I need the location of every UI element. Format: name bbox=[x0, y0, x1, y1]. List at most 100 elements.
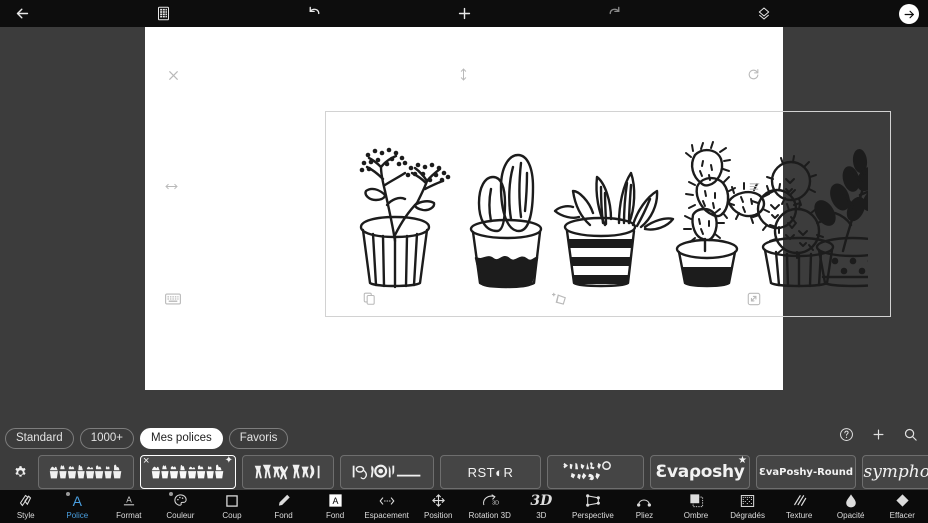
search-fonts-button[interactable] bbox=[903, 427, 918, 447]
tool-fond-pencil[interactable]: Fond bbox=[258, 492, 310, 523]
font-card-symphony[interactable]: symphony bbox=[862, 455, 928, 489]
help-button[interactable] bbox=[839, 427, 854, 447]
font-card-symbols[interactable] bbox=[340, 455, 434, 489]
tool-label-ombre: Ombre bbox=[683, 511, 709, 520]
keyboard-icon bbox=[165, 293, 181, 305]
redo-button[interactable] bbox=[598, 0, 630, 27]
align-handle[interactable] bbox=[746, 178, 762, 194]
font-a-icon: A bbox=[72, 492, 82, 509]
tool-effacer[interactable]: Effacer bbox=[877, 492, 928, 523]
keyboard-grid-button[interactable] bbox=[148, 0, 178, 27]
tool-label-3d: 3D bbox=[536, 511, 547, 520]
add-font-icon bbox=[873, 429, 884, 440]
remove-font-badge[interactable]: × bbox=[143, 456, 149, 467]
cactus-artwork bbox=[359, 141, 868, 289]
font-card-label-evaposhy-round: ƐvaPoshy-Round bbox=[758, 466, 854, 478]
resize-horizontal-handle[interactable] bbox=[162, 178, 180, 194]
font-card-evaposhy-round[interactable]: ƐvaPoshy-Round bbox=[756, 455, 856, 489]
layers-icon bbox=[758, 7, 770, 19]
arrow-left-icon bbox=[16, 8, 28, 19]
texture-hatch-icon bbox=[792, 492, 807, 509]
palette-icon bbox=[173, 492, 188, 509]
tool-label-fond-pencil: Fond bbox=[274, 511, 293, 520]
tool-style[interactable]: Style bbox=[0, 492, 52, 523]
tool-texture[interactable]: Texture bbox=[773, 492, 825, 523]
font-preview-dingbat-symbols bbox=[352, 464, 421, 480]
font-preview-dingbat-glyphs bbox=[563, 461, 611, 481]
tool-perspective[interactable]: Perspective bbox=[567, 492, 619, 523]
close-icon bbox=[168, 70, 178, 80]
evaposhy-favorite-badge[interactable]: ★ bbox=[738, 456, 747, 466]
tool-fond-box[interactable]: A Fond bbox=[309, 492, 361, 523]
tool-label-perspective: Perspective bbox=[572, 511, 614, 520]
font-list[interactable]: × ✦ RST◐R ★ Ɛvaρoshy ƐvaPoshy-Round symp… bbox=[0, 454, 928, 490]
add-font-button[interactable] bbox=[871, 427, 886, 447]
rotate-handle[interactable] bbox=[745, 66, 761, 82]
tool-coup[interactable]: Coup bbox=[206, 492, 258, 523]
flip-vertical-handle[interactable] bbox=[455, 65, 471, 83]
tool-label-coup: Coup bbox=[222, 511, 242, 520]
font-card-cactus-a[interactable] bbox=[38, 455, 134, 489]
text-3d-icon: 3D bbox=[530, 492, 553, 509]
next-button[interactable] bbox=[899, 4, 919, 24]
perspective-icon bbox=[585, 492, 601, 509]
add-button[interactable] bbox=[448, 0, 480, 27]
police-modified-dot bbox=[65, 492, 70, 496]
svg-text:A: A bbox=[332, 496, 338, 506]
canvas-stage[interactable]: Police bbox=[0, 27, 928, 444]
add-shape-handle[interactable] bbox=[549, 291, 569, 307]
font-panel: Standard 1000+ Mes polices Favoris × ✦ R… bbox=[0, 423, 928, 490]
duplicate-handle[interactable] bbox=[361, 291, 377, 307]
tab-1000plus[interactable]: 1000+ bbox=[79, 428, 134, 449]
boxed-a-icon: A bbox=[328, 492, 343, 509]
tool-police[interactable]: A Police bbox=[52, 492, 104, 523]
add-shape-icon bbox=[551, 292, 566, 305]
font-card-glyphs[interactable] bbox=[547, 455, 644, 489]
tool-label-position: Position bbox=[423, 511, 453, 520]
tool-ombre[interactable]: Ombre bbox=[670, 492, 722, 523]
font-card-figures[interactable] bbox=[242, 455, 334, 489]
svg-text:A: A bbox=[126, 495, 132, 504]
tool-degrades[interactable]: Dégradés bbox=[722, 492, 774, 523]
tool-rotation-3d[interactable]: 3D Rotation 3D bbox=[464, 492, 516, 523]
tool-couleur[interactable]: Couleur bbox=[155, 492, 207, 523]
tab-standard[interactable]: Standard bbox=[5, 428, 74, 449]
bottom-toolbar: Style A Police A Format Couleur Coup Fon… bbox=[0, 490, 928, 523]
font-card-evaposhy[interactable]: ★ Ɛvaρoshy bbox=[650, 455, 750, 489]
search-fonts-icon bbox=[904, 428, 917, 441]
tool-pliez[interactable]: Pliez bbox=[619, 492, 671, 523]
format-underline-icon: A bbox=[122, 492, 136, 509]
tool-label-fond-box: Fond bbox=[325, 511, 345, 520]
font-card-cactus-b[interactable]: × ✦ bbox=[140, 455, 236, 489]
letter-spacing-icon bbox=[379, 492, 395, 509]
tool-espacement[interactable]: Espacement bbox=[361, 492, 413, 523]
favorite-font-badge[interactable]: ✦ bbox=[225, 456, 233, 466]
tool-opacite[interactable]: Opacité bbox=[825, 492, 877, 523]
scale-handle[interactable] bbox=[746, 291, 762, 307]
tab-mes-polices[interactable]: Mes polices bbox=[140, 428, 223, 449]
svg-text:3D: 3D bbox=[492, 501, 499, 507]
tool-label-espacement: Espacement bbox=[364, 511, 409, 520]
tool-label-format: Format bbox=[116, 511, 142, 520]
rotate-icon bbox=[748, 68, 758, 79]
back-button[interactable] bbox=[4, 0, 40, 27]
tool-label-rotation-3d: Rotation 3D bbox=[468, 511, 511, 520]
tool-position[interactable]: Position bbox=[412, 492, 464, 523]
help-icon bbox=[840, 428, 853, 441]
tool-format[interactable]: A Format bbox=[103, 492, 155, 523]
rotate-3d-icon: 3D bbox=[481, 492, 499, 509]
top-toolbar bbox=[0, 0, 928, 27]
tab-favoris[interactable]: Favoris bbox=[228, 428, 289, 449]
layers-button[interactable] bbox=[748, 0, 780, 27]
font-settings-button[interactable] bbox=[8, 465, 32, 480]
font-panel-actions bbox=[839, 427, 918, 447]
close-handle[interactable] bbox=[165, 67, 181, 83]
shadow-icon bbox=[689, 492, 704, 509]
font-card-rstor[interactable]: RST◐R bbox=[440, 455, 541, 489]
undo-button[interactable] bbox=[298, 0, 330, 27]
keyboard-handle[interactable] bbox=[164, 292, 182, 306]
undo-icon bbox=[309, 6, 319, 15]
document-page[interactable] bbox=[145, 27, 891, 390]
tool-3d[interactable]: 3D 3D bbox=[516, 492, 568, 523]
tool-label-opacite: Opacité bbox=[836, 511, 865, 520]
